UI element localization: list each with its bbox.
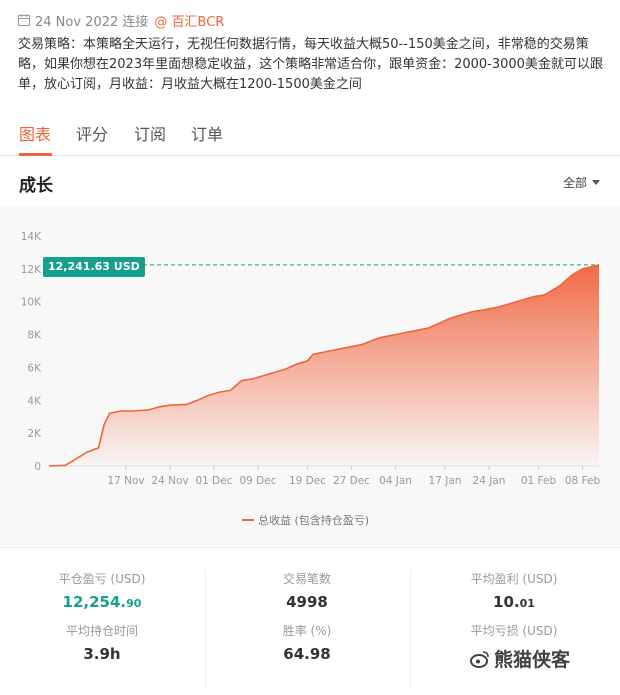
last-value-label: 12,241.63 USD — [43, 257, 145, 277]
stat-value: 3.9h — [83, 645, 121, 663]
y-tick-label: 14K — [21, 231, 42, 243]
provider-link[interactable]: @ 百汇BCR — [154, 11, 224, 30]
stat-value: 4998 — [286, 593, 328, 611]
x-tick-label: 01 Dec — [195, 475, 232, 487]
x-tick-label: 24 Jan — [473, 475, 506, 487]
weibo-icon — [470, 650, 489, 668]
strategy-description: 交易策略：本策略全天运行，无视任何数据行情，每天收益大概50--150美金之间，… — [18, 37, 603, 92]
calendar-icon — [18, 14, 30, 26]
y-tick-label: 2K — [27, 428, 42, 440]
stat-win-rate: 胜率 (%) 64.98 — [222, 622, 392, 663]
connected-date: 24 Nov 2022 连接 — [35, 14, 149, 30]
stat-label: 平均持仓时间 — [65, 624, 138, 638]
tab-bar: 图表 评分 订阅 订单 — [0, 113, 620, 156]
y-tick-label: 10K — [21, 297, 42, 309]
stat-label: 平仓盈亏 (USD) — [58, 572, 146, 586]
stat-value: 10.01 — [493, 593, 535, 611]
connection-meta: 24 Nov 2022 连接 @ 百汇BCR — [18, 11, 224, 30]
stat-label: 交易笔数 — [282, 572, 331, 586]
stat-value: 64.98 — [283, 645, 331, 663]
stat-trade-count: 交易笔数 4998 — [222, 570, 392, 611]
y-tick-label: 4K — [27, 395, 42, 407]
chart-legend[interactable]: 总收益 (包含持仓盈亏) — [242, 512, 369, 528]
column-divider — [410, 570, 411, 690]
tab-chart[interactable]: 图表 — [19, 121, 51, 145]
x-tick-label: 09 Dec — [239, 475, 276, 487]
tab-subscribe[interactable]: 订阅 — [134, 121, 166, 145]
growth-chart-svg: 0 2K 4K 6K 8K 10K 12K 14K 17 Nov 24 Nov 01 Dec 09 D… — [21, 231, 601, 487]
stats-panel: 平仓盈亏 (USD) 12,254.90 交易笔数 4998 平均盈利 (USD… — [0, 547, 620, 695]
stat-closed-pl: 平仓盈亏 (USD) 12,254.90 — [17, 570, 187, 611]
legend-label: 总收益 (包含持仓盈亏) — [258, 514, 370, 527]
stat-value: 12,254.90 — [62, 593, 142, 611]
growth-chart: 0 2K 4K 6K 8K 10K 12K 14K 17 Nov 24 Nov 01 Dec 09 D… — [0, 206, 620, 546]
y-tick-label: 8K — [27, 330, 42, 342]
tab-rating[interactable]: 评分 — [76, 121, 108, 145]
caret-down-icon — [592, 180, 600, 185]
x-tick-label: 01 Feb — [521, 475, 557, 487]
legend-swatch — [242, 519, 254, 521]
stat-label: 平均盈利 (USD) — [470, 572, 558, 586]
y-tick-label: 0 — [34, 461, 41, 473]
x-tick-label: 24 Nov — [151, 475, 188, 487]
stat-avg-hold-time: 平均持仓时间 3.9h — [17, 622, 187, 663]
stat-avg-profit: 平均盈利 (USD) 10.01 — [429, 570, 599, 611]
stat-label: 胜率 (%) — [282, 624, 332, 638]
watermark-text: 熊猫侠客 — [494, 649, 571, 671]
x-tick-label: 17 Jan — [429, 475, 462, 487]
x-tick-label: 08 Feb — [565, 475, 601, 487]
section-title: 成长 — [19, 176, 53, 196]
stat-label: 平均亏损 (USD) — [470, 624, 558, 638]
column-divider — [205, 570, 206, 690]
active-tab-indicator — [19, 153, 52, 156]
range-filter-dropdown[interactable]: 全部 — [563, 174, 600, 191]
tab-orders[interactable]: 订单 — [191, 121, 223, 145]
stat-avg-loss: 平均亏损 (USD) — [429, 622, 599, 639]
growth-area — [49, 264, 599, 466]
watermark: 熊猫侠客 — [470, 645, 570, 672]
range-filter-label: 全部 — [562, 176, 587, 190]
y-tick-label: 6K — [27, 362, 42, 374]
x-tick-label: 04 Jan — [379, 475, 412, 487]
x-tick-label: 27 Dec — [333, 475, 370, 487]
x-tick-label: 17 Nov — [107, 475, 144, 487]
y-tick-label: 12K — [21, 264, 42, 276]
x-tick-label: 19 Dec — [289, 475, 326, 487]
